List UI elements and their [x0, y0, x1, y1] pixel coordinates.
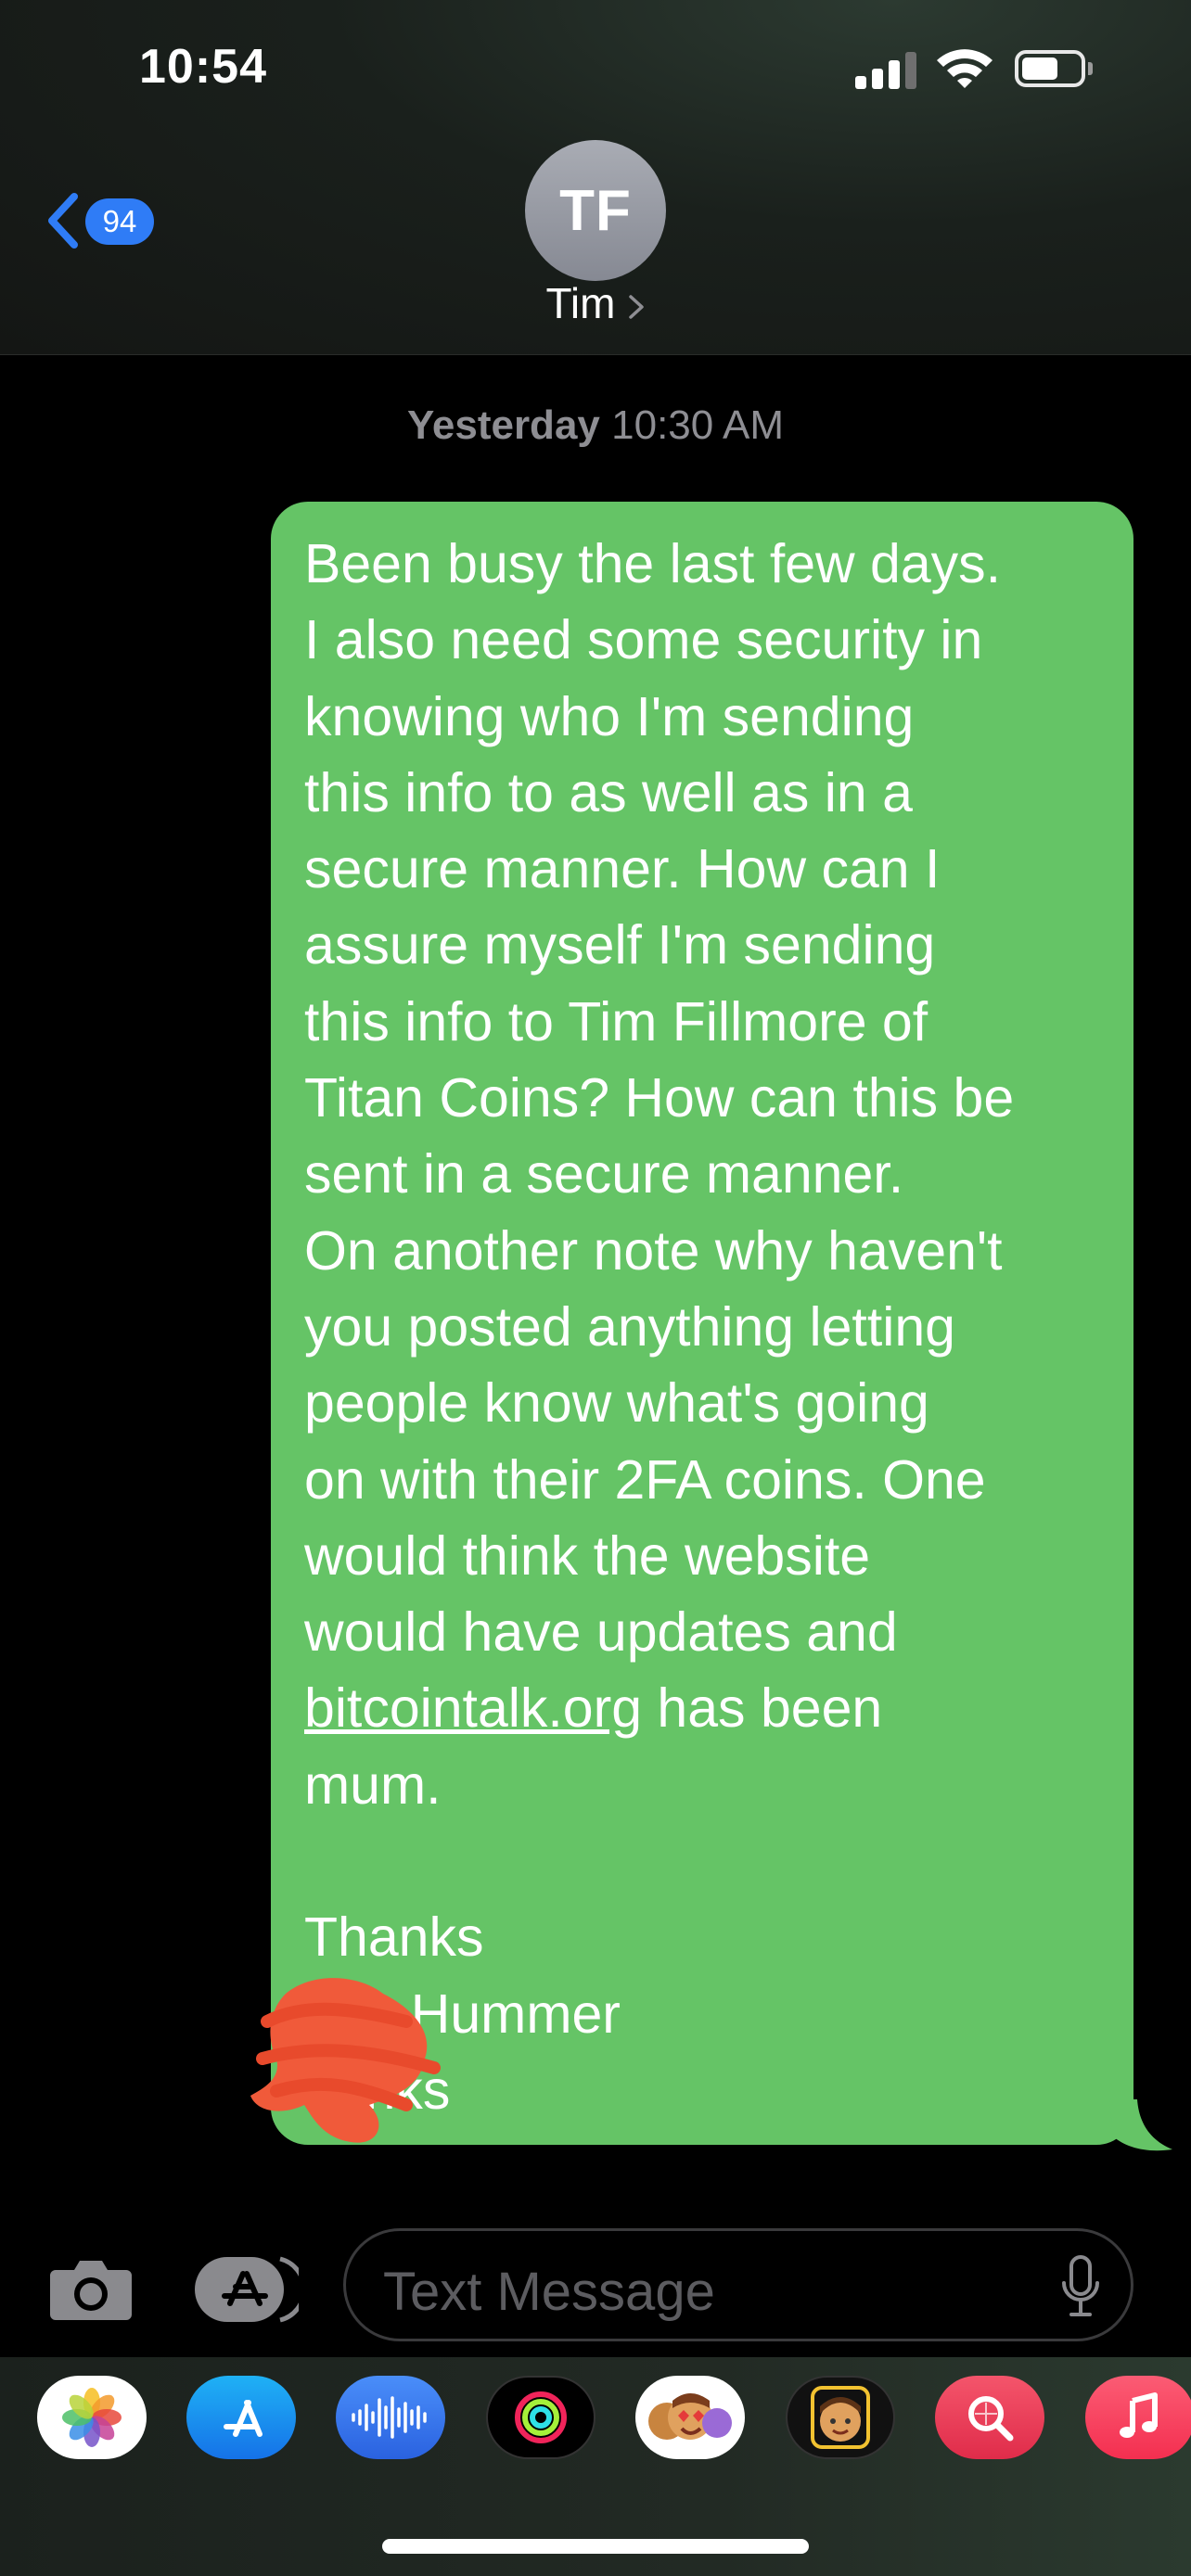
photos-icon[interactable]: [37, 2376, 147, 2459]
cellular-signal-icon: [855, 48, 920, 89]
text-message-input[interactable]: Text Message: [343, 2228, 1133, 2341]
chevron-right-icon: [629, 295, 645, 319]
music-icon[interactable]: [1085, 2376, 1191, 2459]
microphone-icon[interactable]: [1060, 2255, 1101, 2318]
message-text-before-link: Been busy the last few days. I also need…: [304, 533, 1015, 1664]
bubble-tail: [1109, 2099, 1172, 2151]
message-text: Been busy the last few days. I also need…: [304, 526, 1106, 2128]
memoji-stickers-icon[interactable]: [635, 2376, 745, 2459]
camera-icon[interactable]: [48, 2257, 134, 2322]
text-message-placeholder: Text Message: [383, 2262, 715, 2322]
timestamp-time: 10:30 AM: [611, 402, 785, 448]
fitness-icon[interactable]: [486, 2376, 596, 2459]
unread-count-badge: 94: [85, 198, 154, 245]
audio-message-icon[interactable]: [336, 2376, 445, 2459]
memoji-icon[interactable]: [786, 2376, 895, 2459]
contact-name[interactable]: Tim: [546, 279, 616, 327]
app-store-icon[interactable]: [186, 2376, 296, 2459]
contact-name-row: Tim: [0, 278, 1191, 328]
message-timestamp: Yesterday 10:30 AM: [0, 402, 1191, 449]
back-button[interactable]: 94: [43, 185, 163, 254]
status-time: 10:54: [139, 40, 267, 94]
sent-message-bubble[interactable]: Been busy the last few days. I also need…: [271, 502, 1133, 2145]
app-store-apps-button[interactable]: [193, 2251, 299, 2327]
contact-avatar[interactable]: TF: [525, 140, 666, 281]
battery-icon: [1015, 50, 1093, 87]
timestamp-day: Yesterday: [406, 402, 600, 448]
wifi-icon: [937, 49, 992, 88]
message-link[interactable]: bitcointalk.org: [304, 1677, 642, 1739]
image-search-icon[interactable]: [935, 2376, 1044, 2459]
redaction-scribble: [250, 1978, 441, 2143]
home-indicator[interactable]: [382, 2539, 809, 2554]
chevron-left-icon: [48, 193, 78, 249]
conversation-header: 10:54 94 TF Tim: [0, 0, 1191, 355]
